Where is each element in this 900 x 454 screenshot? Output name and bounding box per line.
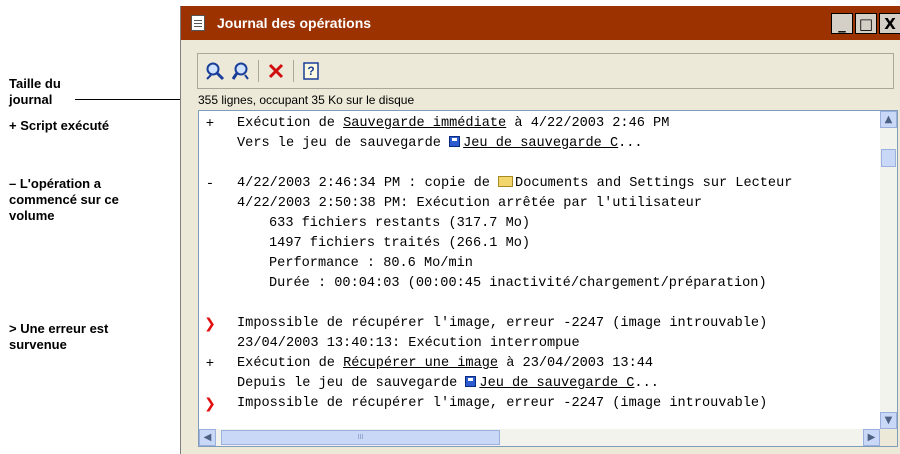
log-content: + Exécution de Sauvegarde immédiate à 4/…	[199, 111, 880, 429]
callout-text: commencé sur ce	[9, 192, 119, 207]
log-text: Exécution de	[237, 356, 344, 371]
log-line: 4/22/2003 2:46:34 PM : copie de Document…	[237, 174, 792, 194]
log-text: Exécution de	[237, 116, 344, 131]
log-text: Vers le jeu de sauvegarde	[237, 136, 450, 151]
log-line: 4/22/2003 2:50:38 PM: Exécution arrêtée …	[237, 196, 702, 211]
error-marker: ❯	[204, 316, 216, 332]
log-line: Impossible de récupérer l'image, erreur …	[237, 316, 768, 331]
log-line: Vers le jeu de sauvegarde Jeu de sauvega…	[237, 134, 643, 154]
find-next-icon[interactable]	[230, 60, 252, 82]
log-size-status: 355 lignes, occupant 35 Ko sur le disque	[198, 93, 415, 107]
log-text: ...	[634, 376, 659, 391]
delete-icon[interactable]	[265, 60, 287, 82]
toolbar-separator	[258, 60, 259, 82]
callout-text: survenue	[9, 337, 67, 352]
script-link[interactable]: Récupérer une image	[343, 356, 498, 371]
toolbar: ?	[197, 53, 894, 89]
backup-set-icon	[465, 376, 477, 387]
help-symbol: ?	[307, 64, 315, 78]
close-button[interactable]: X	[879, 13, 900, 34]
scroll-up-button[interactable]: ▲	[880, 111, 897, 128]
log-text: 4/22/2003 2:46:34 PM : copie de	[237, 176, 499, 191]
log-text: Depuis le jeu de sauvegarde	[237, 376, 466, 391]
log-line: 23/04/2003 13:40:13: Exécution interromp…	[237, 336, 580, 351]
log-text: Documents and Settings sur Lecteur	[515, 176, 793, 191]
backup-set-link[interactable]: Jeu de sauvegarde C	[479, 376, 634, 391]
log-line: Durée : 00:04:03 (00:00:45 inactivité/ch…	[269, 276, 767, 291]
backup-set-link[interactable]: Jeu de sauvegarde C	[463, 136, 618, 151]
error-marker: ❯	[204, 396, 216, 412]
callout-text: – L'opération a	[9, 176, 101, 191]
plus-marker[interactable]: +	[203, 354, 217, 374]
callout-script-executed: + Script exécuté	[9, 118, 110, 133]
backup-set-icon	[449, 136, 461, 147]
toolbar-separator	[293, 60, 294, 82]
window-title: Journal des opérations	[217, 15, 372, 31]
log-line: Exécution de Sauvegarde immédiate à 4/22…	[237, 114, 669, 134]
scroll-left-button[interactable]: ◀	[199, 429, 216, 446]
callout-operation-started: – L'opération a commencé sur ce volume	[9, 176, 119, 224]
window-controls: _ □ X	[831, 13, 900, 34]
log-line: Depuis le jeu de sauvegarde Jeu de sauve…	[237, 374, 659, 394]
plus-marker[interactable]: +	[203, 114, 217, 134]
log-line: Impossible de récupérer l'image, erreur …	[237, 396, 768, 411]
maximize-button[interactable]: □	[855, 13, 877, 34]
vertical-scrollbar[interactable]: ▲ ▼	[880, 111, 897, 429]
callout-text: journal	[9, 92, 53, 107]
callout-text: volume	[9, 208, 55, 223]
scroll-down-button[interactable]: ▼	[880, 412, 897, 429]
callout-text: Taille du	[9, 76, 61, 91]
scroll-grip: III	[357, 434, 364, 441]
log-line: 1497 fichiers traités (266.1 Mo)	[269, 236, 531, 251]
log-line: 633 fichiers restants (317.7 Mo)	[269, 216, 531, 231]
operations-log-window: Journal des opérations _ □ X ? 355 ligne…	[180, 6, 900, 454]
callout-error: > Une erreur est survenue	[9, 321, 108, 353]
help-icon[interactable]: ?	[300, 60, 322, 82]
title-bar[interactable]: Journal des opérations _ □ X	[181, 6, 900, 40]
vertical-scroll-thumb[interactable]	[881, 149, 896, 167]
log-text: à 23/04/2003 13:44	[498, 356, 654, 371]
scrollbar-corner	[880, 429, 897, 446]
log-text: ...	[618, 136, 643, 151]
log-text: à 4/22/2003 2:46 PM	[506, 116, 670, 131]
horizontal-scroll-thumb[interactable]: III	[221, 430, 500, 445]
minus-marker[interactable]: -	[203, 174, 217, 194]
folder-icon	[498, 176, 514, 187]
callout-text: > Une erreur est	[9, 321, 109, 336]
log-viewer[interactable]: + Exécution de Sauvegarde immédiate à 4/…	[198, 110, 898, 447]
horizontal-scrollbar[interactable]: ◀ III ▶	[199, 429, 880, 446]
minimize-button[interactable]: _	[831, 13, 853, 34]
log-line: Performance : 80.6 Mo/min	[269, 256, 473, 271]
callout-leader-line	[75, 99, 193, 100]
callout-journal-size: Taille du journal	[9, 76, 61, 108]
script-link[interactable]: Sauvegarde immédiate	[343, 116, 506, 131]
document-icon	[191, 15, 205, 31]
log-line: Exécution de Récupérer une image à 23/04…	[237, 354, 653, 374]
scroll-right-button[interactable]: ▶	[863, 429, 880, 446]
find-icon[interactable]	[204, 60, 226, 82]
